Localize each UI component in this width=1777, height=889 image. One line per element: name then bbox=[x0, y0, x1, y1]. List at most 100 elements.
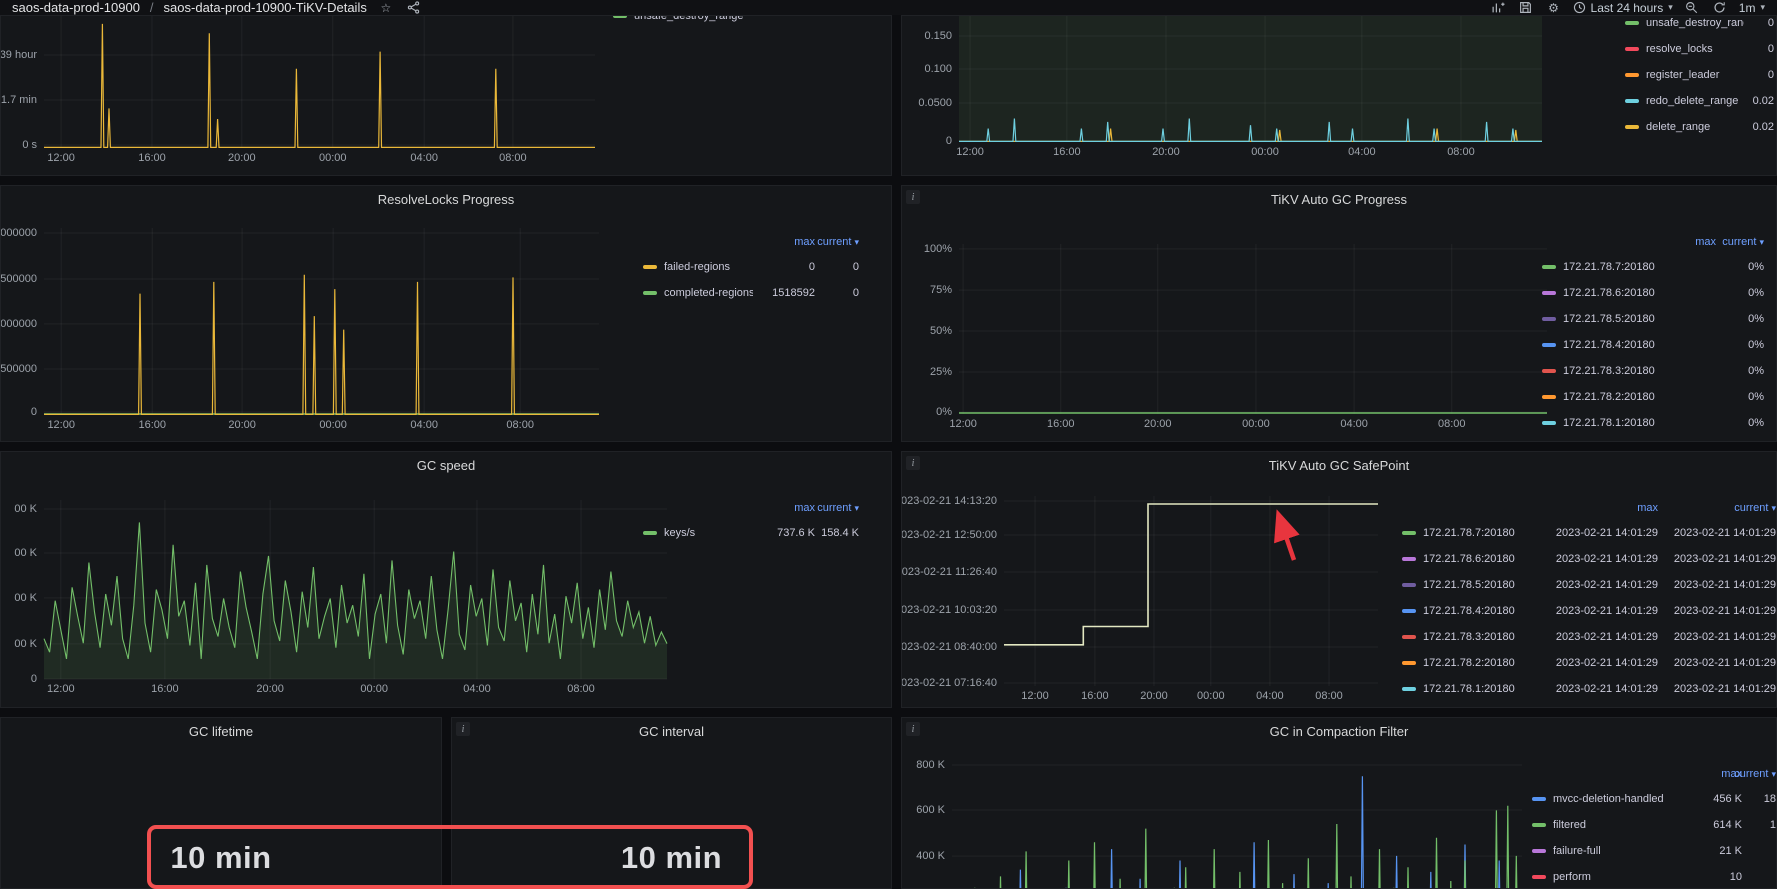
series-label[interactable]: perform bbox=[1553, 871, 1686, 883]
panel-title[interactable]: TiKV Auto GC SafePoint bbox=[902, 458, 1776, 473]
panel-title[interactable]: GC interval bbox=[452, 724, 891, 739]
legend-row[interactable]: 172.21.78.3:20180 2023-02-21 14:01:29 20… bbox=[1402, 624, 1776, 650]
star-icon[interactable]: ☆ bbox=[377, 0, 395, 15]
series-color-dash bbox=[1532, 875, 1546, 879]
legend-row[interactable]: failure-full 21 K bbox=[1532, 838, 1776, 864]
panel-title[interactable]: TiKV Auto GC Progress bbox=[902, 192, 1776, 207]
series-label[interactable]: unsafe_destroy_range bbox=[634, 15, 813, 22]
legend-sort-max[interactable]: max bbox=[753, 236, 815, 248]
gc-tasks-chart[interactable]: 12:0016:0020:0000:0004:0008:000.1500.100… bbox=[959, 16, 1542, 142]
legend-row[interactable]: resolve_locks 0 bbox=[1625, 36, 1774, 62]
series-label[interactable]: failure-full bbox=[1553, 845, 1686, 857]
series-label[interactable]: 172.21.78.3:20180 bbox=[1423, 631, 1530, 643]
series-label[interactable]: register_leader bbox=[1646, 69, 1744, 81]
series-label[interactable]: 172.21.78.5:20180 bbox=[1563, 313, 1682, 325]
resolvelocks-progress-chart[interactable]: 12:0016:0020:0000:0004:0008:000000005000… bbox=[44, 228, 599, 415]
series-label[interactable]: 172.21.78.6:20180 bbox=[1423, 553, 1530, 565]
panel-title[interactable]: GC lifetime bbox=[1, 724, 441, 739]
dashboard-settings-icon[interactable]: ⚙ bbox=[1545, 0, 1563, 15]
legend-row[interactable]: 172.21.78.3:20180 0% bbox=[1542, 358, 1764, 384]
series-label[interactable]: 172.21.78.4:20180 bbox=[1563, 339, 1682, 351]
legend-sort-current[interactable]: current▾ bbox=[1742, 768, 1776, 780]
legend-row[interactable]: 172.21.78.4:20180 2023-02-21 14:01:29 20… bbox=[1402, 598, 1776, 624]
tikv-auto-gc-safepoint-chart[interactable]: 12:0016:0020:0000:0004:0008:002023-02-21… bbox=[1004, 496, 1378, 686]
legend-row[interactable]: 172.21.78.6:20180 2023-02-21 14:01:29 20… bbox=[1402, 546, 1776, 572]
legend-row[interactable]: delete_range 0.02 bbox=[1625, 114, 1774, 140]
panel-info-icon[interactable]: i bbox=[906, 722, 920, 736]
series-max-value: 0 bbox=[753, 261, 815, 273]
legend-sort-max[interactable]: max bbox=[1530, 502, 1658, 514]
panel-title[interactable]: ResolveLocks Progress bbox=[1, 192, 891, 207]
series-label[interactable]: 172.21.78.2:20180 bbox=[1563, 391, 1682, 403]
legend-sort-current[interactable]: current▾ bbox=[815, 502, 859, 514]
series-label[interactable]: delete_range bbox=[1646, 121, 1744, 133]
legend-sort-current[interactable]: current▾ bbox=[815, 236, 859, 248]
time-range-picker[interactable]: Last 24 hours ▾ bbox=[1573, 1, 1673, 15]
series-current-value: 0% bbox=[1716, 417, 1764, 429]
legend-row[interactable]: unsafe_destroy_range 0 bbox=[1625, 15, 1774, 36]
series-current-value: 0% bbox=[1716, 287, 1764, 299]
legend-row[interactable]: 172.21.78.2:20180 0% bbox=[1542, 384, 1764, 410]
series-label[interactable]: 172.21.78.7:20180 bbox=[1563, 261, 1682, 273]
panel-info-icon[interactable]: i bbox=[456, 722, 470, 736]
series-label[interactable]: 172.21.78.5:20180 bbox=[1423, 579, 1530, 591]
legend-header: max current▾ bbox=[1532, 762, 1776, 786]
series-color-dash bbox=[1625, 125, 1639, 129]
series-label[interactable]: 172.21.78.1:20180 bbox=[1423, 683, 1530, 695]
add-panel-icon[interactable] bbox=[1489, 0, 1507, 15]
legend-sort-current[interactable]: current▾ bbox=[1716, 236, 1764, 248]
panel-title[interactable]: GC speed bbox=[1, 458, 891, 473]
series-label[interactable]: 172.21.78.4:20180 bbox=[1423, 605, 1530, 617]
legend-row[interactable]: mvcc-deletion-handled 456 K 18 bbox=[1532, 786, 1776, 812]
series-label[interactable]: 172.21.78.6:20180 bbox=[1563, 287, 1682, 299]
panel-info-icon[interactable]: i bbox=[906, 190, 920, 204]
refresh-icon[interactable] bbox=[1711, 0, 1729, 15]
panel-gc-interval: i GC interval 10 min bbox=[451, 717, 892, 889]
legend-row[interactable]: redo_delete_range 0.02 bbox=[1625, 88, 1774, 114]
gc-speed-chart[interactable]: 12:0016:0020:0000:0004:0008:0000 K00 K00… bbox=[44, 500, 667, 679]
gc-compaction-filter-chart[interactable]: 800 K600 K400 K bbox=[952, 758, 1522, 889]
share-icon[interactable] bbox=[405, 0, 423, 15]
breadcrumb-folder[interactable]: saos-data-prod-10900 bbox=[12, 0, 140, 15]
series-label[interactable]: 172.21.78.1:20180 bbox=[1563, 417, 1682, 429]
legend-row[interactable]: filtered 614 K 1 bbox=[1532, 812, 1776, 838]
save-dashboard-icon[interactable] bbox=[1517, 0, 1535, 15]
tikv-auto-gc-progress-chart[interactable]: 12:0016:0020:0000:0004:0008:00100%75%50%… bbox=[959, 244, 1547, 414]
series-label[interactable]: 172.21.78.7:20180 bbox=[1423, 527, 1530, 539]
zoom-out-icon[interactable] bbox=[1683, 0, 1701, 15]
legend-row[interactable]: failed-regions 0 0 bbox=[643, 254, 859, 280]
series-label[interactable]: resolve_locks bbox=[1646, 43, 1744, 55]
breadcrumb-dashboard[interactable]: saos-data-prod-10900-TiKV-Details bbox=[164, 0, 367, 15]
legend-row[interactable]: 172.21.78.1:20180 2023-02-21 14:01:29 20… bbox=[1402, 676, 1776, 702]
legend-row[interactable]: 172.21.78.2:20180 2023-02-21 14:01:29 20… bbox=[1402, 650, 1776, 676]
series-label[interactable]: redo_delete_range bbox=[1646, 95, 1744, 107]
legend-row[interactable]: 172.21.78.5:20180 2023-02-21 14:01:29 20… bbox=[1402, 572, 1776, 598]
series-label[interactable]: failed-regions bbox=[664, 261, 753, 273]
legend-row[interactable]: 172.21.78.5:20180 0% bbox=[1542, 306, 1764, 332]
panel-title[interactable]: GC in Compaction Filter bbox=[902, 724, 1776, 739]
series-label[interactable]: 172.21.78.2:20180 bbox=[1423, 657, 1530, 669]
panel-info-icon[interactable]: i bbox=[906, 456, 920, 470]
legend-sort-max[interactable]: max bbox=[1682, 236, 1716, 248]
legend-row[interactable]: 172.21.78.6:20180 0% bbox=[1542, 280, 1764, 306]
legend-sort-max[interactable]: max bbox=[753, 502, 815, 514]
series-label[interactable]: completed-regions bbox=[664, 287, 753, 299]
series-label[interactable]: keys/s bbox=[664, 527, 753, 539]
legend-row[interactable]: 172.21.78.4:20180 0% bbox=[1542, 332, 1764, 358]
legend-row[interactable]: 172.21.78.7:20180 0% bbox=[1542, 254, 1764, 280]
legend-row[interactable]: perform 10 bbox=[1532, 864, 1776, 889]
series-label[interactable]: 172.21.78.3:20180 bbox=[1563, 365, 1682, 377]
legend-row[interactable]: unsafe_destroy_range bbox=[613, 15, 813, 25]
series-label[interactable]: filtered bbox=[1553, 819, 1686, 831]
series-label[interactable]: mvcc-deletion-handled bbox=[1553, 793, 1686, 805]
legend-row[interactable]: completed-regions 1518592 0 bbox=[643, 280, 859, 306]
legend-row[interactable]: 172.21.78.1:20180 0% bbox=[1542, 410, 1764, 436]
legend-sort-current-label: current bbox=[1734, 768, 1768, 780]
legend-row[interactable]: keys/s 737.6 K 158.4 K bbox=[643, 520, 859, 546]
legend-sort-current[interactable]: current▾ bbox=[1658, 502, 1776, 514]
legend-row[interactable]: 172.21.78.7:20180 2023-02-21 14:01:29 20… bbox=[1402, 520, 1776, 546]
gc-tasks-duration-chart[interactable]: 12:0016:0020:0000:0004:0008:0039 hour1.7… bbox=[44, 16, 595, 148]
legend-row[interactable]: register_leader 0 bbox=[1625, 62, 1774, 88]
series-label[interactable]: unsafe_destroy_range bbox=[1646, 17, 1744, 29]
refresh-interval-picker[interactable]: 1m ▾ bbox=[1739, 1, 1765, 15]
